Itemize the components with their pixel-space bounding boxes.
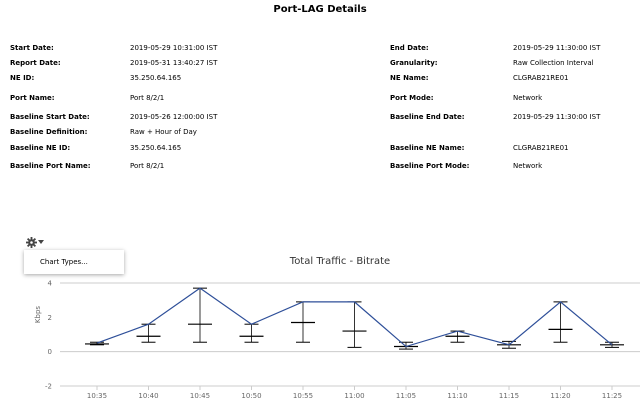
x-tick-label: 10:50 — [241, 392, 261, 400]
x-tick-label: 10:45 — [190, 392, 210, 400]
chart-options-button[interactable] — [26, 235, 44, 249]
baseline-ne-name-value: CLGRAB21RE01 — [513, 144, 569, 152]
ne-name-value: CLGRAB21RE01 — [513, 74, 569, 82]
x-tick-label: 11:05 — [396, 392, 416, 400]
baseline-port-name-label: Baseline Port Name: — [10, 162, 91, 170]
start-date-value: 2019-05-29 10:31:00 IST — [130, 44, 218, 52]
y-axis-label: Kbps — [34, 306, 42, 323]
y-tick-label: 4 — [48, 280, 53, 288]
y-tick-label: 2 — [48, 314, 52, 322]
baseline-start-date-value: 2019-05-26 12:00:00 IST — [130, 113, 218, 121]
x-tick-label: 11:10 — [447, 392, 467, 400]
baseline-end-date-value: 2019-05-29 11:30:00 IST — [513, 113, 601, 121]
report-title: Port-LAG Details — [273, 4, 367, 15]
baseline-ne-id-value: 35.250.64.165 — [130, 144, 182, 152]
baseline-start-date-label: Baseline Start Date: — [10, 113, 90, 121]
x-tick-label: 10:35 — [87, 392, 107, 400]
end-date-value: 2019-05-29 11:30:00 IST — [513, 44, 601, 52]
x-tick-label: 11:25 — [602, 392, 622, 400]
port-name-value: Port 8/2/1 — [130, 94, 165, 102]
baseline-ne-name-label: Baseline NE Name: — [390, 144, 465, 152]
x-tick-label: 11:15 — [499, 392, 519, 400]
baseline-end-date-label: Baseline End Date: — [390, 113, 465, 121]
report-date-label: Report Date: — [10, 59, 61, 67]
x-tick-label: 10:40 — [138, 392, 158, 400]
x-tick-label: 11:00 — [344, 392, 364, 400]
baseline-port-mode-value: Network — [513, 162, 543, 170]
port-mode-value: Network — [513, 94, 543, 102]
gear-icon — [26, 236, 37, 248]
x-tick-label: 11:20 — [550, 392, 570, 400]
traffic-chart: 4 2 0 -2 Kbps 10:35 10:40 10:45 10:50 10:55 11:00 1… — [34, 280, 640, 400]
x-tick-label: 10:55 — [293, 392, 313, 400]
baseline-ne-id-label: Baseline NE ID: — [10, 144, 71, 152]
granularity-label: Granularity: — [390, 59, 438, 67]
port-mode-label: Port Mode: — [390, 94, 434, 102]
baseline-port-mode-label: Baseline Port Mode: — [390, 162, 470, 170]
baseline-definition-label: Baseline Definition: — [10, 128, 88, 136]
port-name-label: Port Name: — [10, 94, 55, 102]
baseline-definition-value: Raw + Hour of Day — [130, 128, 197, 136]
y-tick-label: 0 — [48, 348, 52, 356]
ne-id-label: NE ID: — [10, 74, 35, 82]
report-date-value: 2019-05-31 13:40:27 IST — [130, 59, 218, 67]
granularity-value: Raw Collection Interval — [513, 59, 594, 67]
start-date-label: Start Date: — [10, 44, 54, 52]
ne-id-value: 35.250.64.165 — [130, 74, 182, 82]
end-date-label: End Date: — [390, 44, 429, 52]
baseline-port-name-value: Port 8/2/1 — [130, 162, 165, 170]
chart-title: Total Traffic - Bitrate — [289, 256, 391, 267]
y-tick-label: -2 — [45, 383, 52, 391]
caret-down-icon — [38, 240, 44, 244]
ne-name-label: NE Name: — [390, 74, 429, 82]
